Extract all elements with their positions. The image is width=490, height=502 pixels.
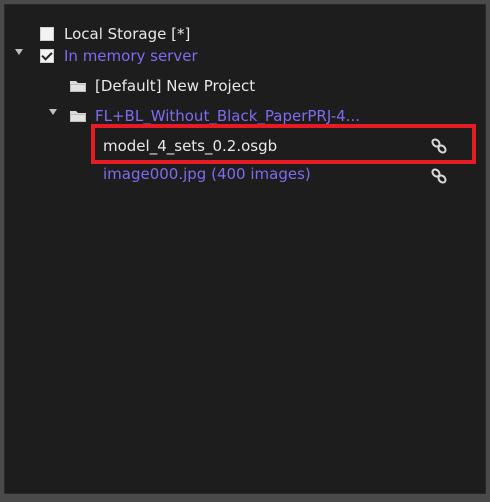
tree-item-in-memory-server[interactable]: In memory server (40, 43, 198, 69)
link-icon[interactable] (430, 137, 448, 155)
window-frame: Local Storage [*] In memory server [Defa… (0, 0, 490, 502)
fl-project-label: FL+BL_Without_Black_PaperPRJ-4... (95, 107, 361, 125)
in-memory-server-checkbox[interactable] (40, 49, 54, 63)
image-item-label: image000.jpg (400 images) (103, 165, 311, 183)
tree-item-default-project[interactable]: [Default] New Project (69, 73, 255, 99)
chevron-down-icon[interactable] (15, 49, 23, 55)
storage-tree: Local Storage [*] In memory server [Defa… (5, 5, 485, 493)
model-item-label: model_4_sets_0.2.osgb (103, 137, 278, 155)
link-icon[interactable] (430, 167, 448, 185)
tree-item-image[interactable]: image000.jpg (400 images) (103, 161, 311, 187)
default-project-label: [Default] New Project (95, 77, 256, 95)
tree-item-model[interactable]: model_4_sets_0.2.osgb (103, 133, 277, 159)
in-memory-server-label: In memory server (64, 47, 198, 65)
storage-tree-panel: Local Storage [*] In memory server [Defa… (4, 4, 486, 494)
chevron-down-icon[interactable] (49, 109, 57, 115)
local-storage-checkbox[interactable] (40, 27, 54, 41)
folder-icon (70, 111, 86, 122)
tree-item-fl-project[interactable]: FL+BL_Without_Black_PaperPRJ-4... (69, 103, 360, 129)
folder-icon (70, 81, 86, 92)
local-storage-label: Local Storage [*] (64, 25, 191, 43)
